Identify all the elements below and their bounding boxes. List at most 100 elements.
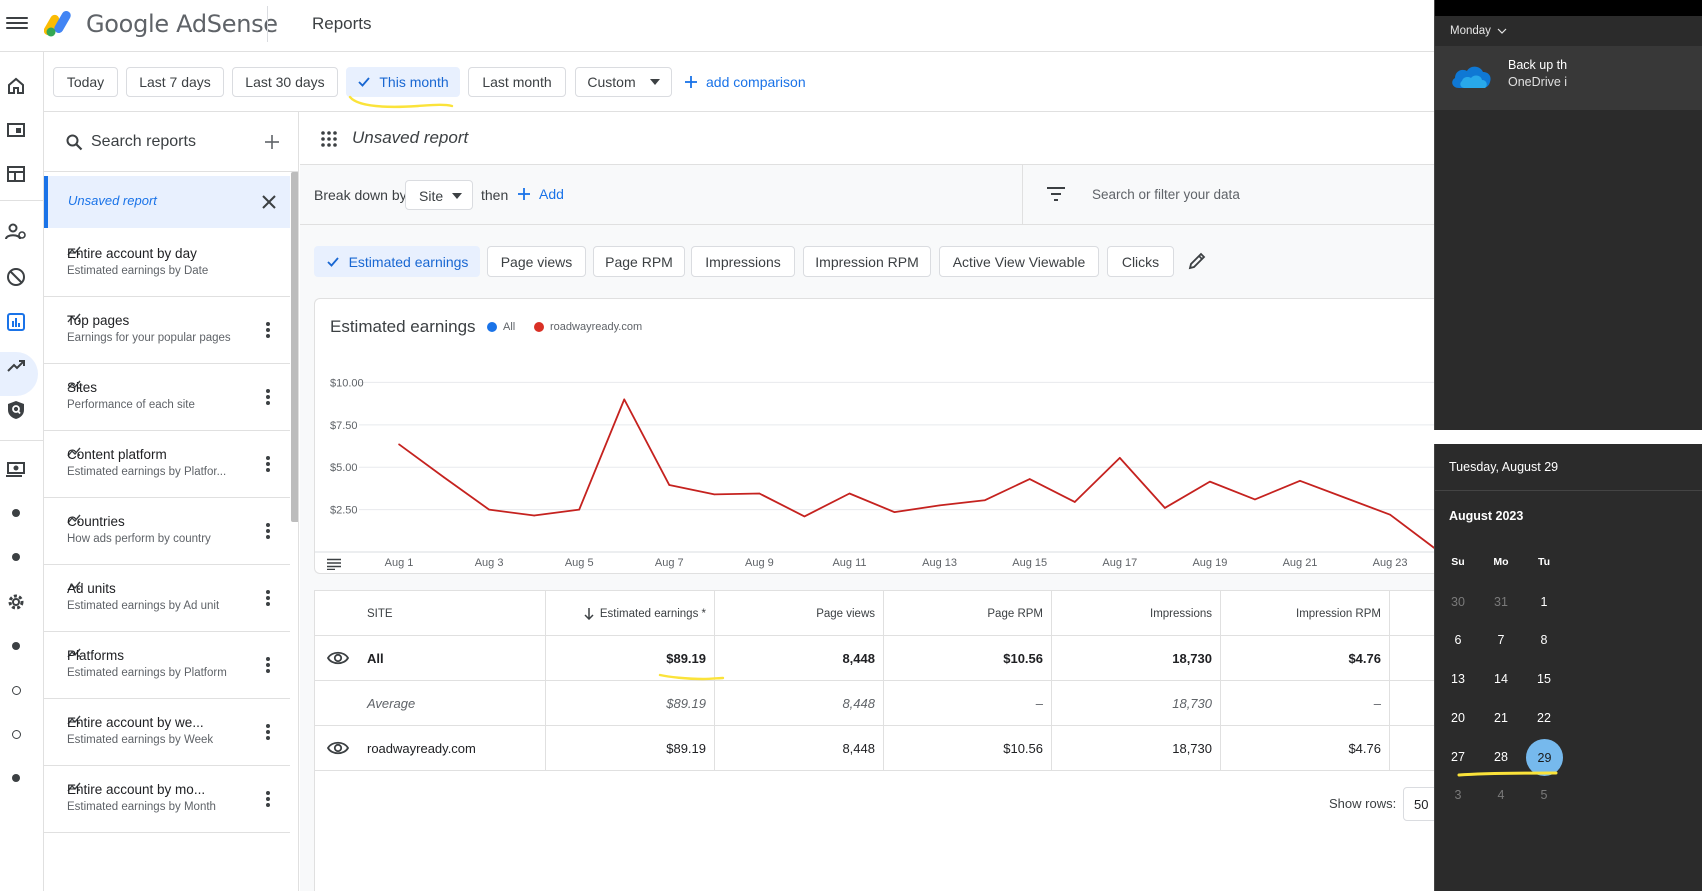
apps-grid-icon[interactable]: [321, 131, 337, 147]
reports-icon[interactable]: [4, 310, 28, 334]
metric-page-rpm[interactable]: Page RPM: [593, 246, 685, 277]
saved-report-item[interactable]: Entire account by mo... Estimated earning…: [44, 766, 290, 833]
calendar-day[interactable]: 27: [1442, 741, 1474, 773]
sidebar-scrollbar[interactable]: [291, 172, 298, 522]
data-point[interactable]: [533, 514, 535, 517]
metric-impressions[interactable]: Impressions: [691, 246, 795, 277]
data-point[interactable]: [1299, 479, 1301, 482]
more-options-icon[interactable]: [266, 456, 270, 472]
data-point[interactable]: [938, 504, 941, 507]
data-point[interactable]: [1028, 478, 1031, 480]
chart-table-toggle-icon[interactable]: [327, 558, 341, 570]
data-point[interactable]: [1164, 507, 1166, 509]
filter-input[interactable]: Search or filter your data: [1092, 187, 1240, 202]
metric-page-views[interactable]: Page views: [487, 246, 586, 277]
nav-dot-icon[interactable]: [4, 766, 28, 790]
nav-ring-icon[interactable]: [4, 678, 28, 702]
calendar-day[interactable]: 5: [1528, 779, 1560, 811]
data-point[interactable]: [443, 476, 445, 479]
more-options-icon[interactable]: [266, 389, 270, 405]
calendar-day[interactable]: 20: [1442, 702, 1474, 734]
data-point[interactable]: [1073, 501, 1076, 503]
saved-report-item[interactable]: Platforms Estimated earnings by Platform: [44, 632, 290, 699]
data-point[interactable]: [1209, 480, 1211, 483]
calendar-day[interactable]: 22: [1528, 702, 1560, 734]
saved-report-item[interactable]: Countries How ads perform by country: [44, 498, 290, 565]
calendar-day[interactable]: 6: [1442, 624, 1474, 656]
calendar-day[interactable]: 31: [1485, 586, 1517, 618]
more-options-icon[interactable]: [266, 791, 270, 807]
legend-item-all[interactable]: All: [487, 321, 515, 333]
calendar-month-label[interactable]: August 2023: [1449, 509, 1523, 523]
calendar-day[interactable]: 8: [1528, 624, 1560, 656]
data-point[interactable]: [1389, 513, 1391, 516]
data-point[interactable]: [398, 443, 400, 446]
breakdown-dropdown[interactable]: Site: [405, 180, 473, 210]
optimization-icon[interactable]: [4, 354, 28, 378]
search-reports[interactable]: Search reports: [44, 112, 298, 172]
data-point[interactable]: [1344, 496, 1346, 499]
report-name[interactable]: Unsaved report: [352, 128, 468, 148]
edit-metrics-icon[interactable]: [1187, 251, 1207, 271]
chip-today[interactable]: Today: [53, 67, 118, 97]
metric-clicks[interactable]: Clicks: [1107, 246, 1174, 277]
notification-group-header[interactable]: Monday: [1450, 25, 1507, 37]
nav-ring-icon[interactable]: [4, 722, 28, 746]
data-point[interactable]: [893, 511, 896, 513]
column-header-impressions[interactable]: Impressions: [1052, 591, 1221, 636]
data-point[interactable]: [803, 515, 806, 518]
ads-icon[interactable]: [4, 118, 28, 142]
nav-dot-icon[interactable]: [4, 634, 28, 658]
nav-dot-icon[interactable]: [4, 545, 28, 569]
chip-last-30-days[interactable]: Last 30 days: [232, 67, 338, 97]
more-options-icon[interactable]: [266, 724, 270, 740]
data-point[interactable]: [758, 492, 761, 495]
blocking-controls-icon[interactable]: [4, 265, 28, 289]
data-point[interactable]: [1254, 498, 1256, 501]
calendar-day[interactable]: 4: [1485, 779, 1517, 811]
calendar-day[interactable]: 14: [1485, 663, 1517, 695]
data-point[interactable]: [848, 492, 851, 495]
onedrive-notification[interactable]: Back up th OneDrive i: [1435, 46, 1702, 110]
menu-icon[interactable]: [6, 14, 28, 36]
settings-icon[interactable]: [4, 590, 28, 614]
data-point[interactable]: [1119, 457, 1121, 459]
nav-dot-icon[interactable]: [4, 501, 28, 525]
data-point[interactable]: [983, 499, 986, 502]
saved-report-item[interactable]: Entire account by day Estimated earnings …: [44, 230, 290, 297]
saved-report-item[interactable]: Content platform Estimated earnings by Pl…: [44, 431, 290, 498]
chip-custom[interactable]: Custom: [575, 67, 672, 97]
calendar-day[interactable]: 13: [1442, 663, 1474, 695]
column-header-page-rpm[interactable]: Page RPM: [884, 591, 1052, 636]
privacy-messaging-icon[interactable]: [4, 220, 28, 244]
more-options-icon[interactable]: [266, 523, 270, 539]
add-breakdown-button[interactable]: Add: [517, 186, 564, 202]
column-header-estimated-earnings[interactable]: Estimated earnings *: [546, 591, 715, 636]
policy-center-icon[interactable]: [4, 398, 28, 422]
data-point[interactable]: [668, 484, 671, 486]
data-point[interactable]: [623, 398, 626, 401]
add-comparison-button[interactable]: add comparison: [684, 74, 806, 90]
calendar-day[interactable]: 30: [1442, 586, 1474, 618]
sites-icon[interactable]: [4, 162, 28, 186]
saved-report-item[interactable]: Ad units Estimated earnings by Ad unit: [44, 565, 290, 632]
data-point[interactable]: [488, 508, 490, 511]
home-icon[interactable]: [4, 74, 28, 98]
column-header-site[interactable]: SITE: [315, 591, 546, 636]
payments-icon[interactable]: [4, 457, 28, 481]
table-row-site[interactable]: roadwayready.com $89.19 8,448 $10.56 18,…: [315, 726, 1445, 771]
series-line-site[interactable]: [398, 398, 1436, 550]
metric-estimated-earnings[interactable]: Estimated earnings: [314, 246, 480, 277]
calendar-day[interactable]: 29: [1526, 739, 1563, 776]
more-options-icon[interactable]: [266, 322, 270, 338]
saved-report-item[interactable]: Sites Performance of each site: [44, 364, 290, 431]
calendar-day[interactable]: 3: [1442, 779, 1474, 811]
metric-active-view-viewable[interactable]: Active View Viewable: [939, 246, 1099, 277]
calendar-day[interactable]: 1: [1528, 586, 1560, 618]
table-row-all[interactable]: All $89.19 8,448 $10.56 18,730 $4.76: [315, 636, 1445, 681]
calendar-day[interactable]: 28: [1485, 741, 1517, 773]
calendar-day[interactable]: 7: [1485, 624, 1517, 656]
saved-report-item[interactable]: Top pages Earnings for your popular pages: [44, 297, 290, 364]
data-point[interactable]: [713, 493, 716, 496]
column-header-page-views[interactable]: Page views: [715, 591, 884, 636]
